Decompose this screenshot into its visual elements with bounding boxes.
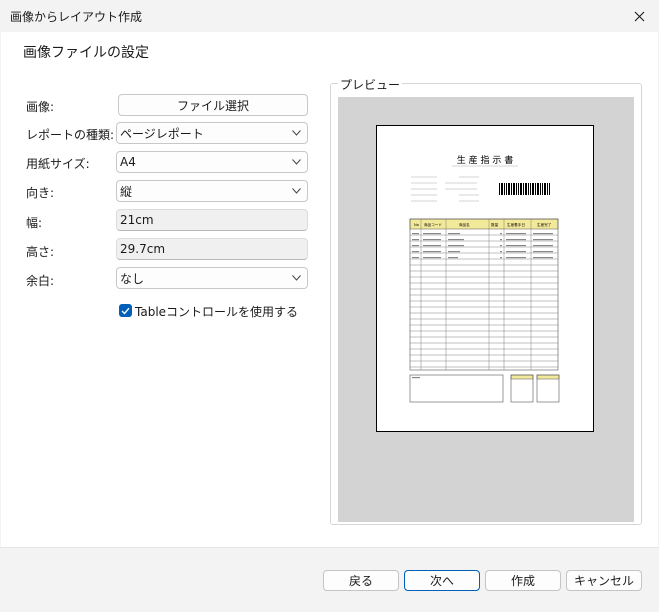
create-button[interactable]: 作成 — [485, 570, 561, 591]
report-type-value: ページレポート — [120, 126, 204, 141]
file-select-button[interactable]: ファイル選択 — [118, 94, 308, 116]
margin-label: 余白: — [26, 274, 55, 288]
preview-document: 生 産 指 示 書 No 商品コード 商品名 数量 生産着手日 生産完了 — [376, 125, 594, 432]
document-thumbnail: 生 産 指 示 書 No 商品コード 商品名 数量 生産着手日 生産完了 — [409, 154, 560, 403]
next-button[interactable]: 次へ — [404, 570, 480, 591]
table-header-cell: 生産着手日 — [507, 222, 525, 227]
report-type-label: レポートの種類: — [26, 128, 115, 142]
close-button[interactable] — [619, 0, 659, 32]
table-header-cell: 商品コード — [424, 222, 442, 227]
margin-select[interactable]: なし — [116, 267, 308, 289]
document-title: 生 産 指 示 書 — [457, 154, 513, 166]
orientation-label: 向き: — [26, 186, 55, 200]
table-header-cell: 生産完了 — [537, 222, 552, 227]
width-label: 幅: — [26, 216, 43, 230]
margin-value: なし — [120, 271, 145, 286]
chevron-down-icon — [292, 188, 301, 194]
chevron-down-icon — [292, 130, 301, 136]
paper-size-value: A4 — [120, 155, 136, 169]
barcode — [499, 183, 550, 195]
report-type-select[interactable]: ページレポート — [116, 122, 308, 144]
height-field: 29.7cm — [116, 238, 308, 260]
back-button[interactable]: 戻る — [323, 570, 399, 591]
section-heading: 画像ファイルの設定 — [23, 45, 149, 61]
chevron-down-icon — [292, 159, 301, 165]
paper-size-label: 用紙サイズ: — [26, 157, 90, 171]
image-label: 画像: — [26, 100, 55, 114]
table-header-cell: 数量 — [491, 222, 499, 227]
table-row-text — [412, 233, 553, 259]
document-info-block — [411, 176, 479, 202]
table-control-checkbox[interactable] — [119, 304, 132, 317]
height-label: 高さ: — [26, 245, 55, 259]
footer-divider — [0, 547, 659, 548]
chevron-down-icon — [292, 275, 301, 281]
width-field: 21cm — [116, 209, 308, 231]
preview-group-label: プレビュー — [338, 76, 403, 93]
checkmark-icon — [121, 307, 130, 315]
orientation-select[interactable]: 縦 — [116, 180, 308, 202]
title-bar: 画像からレイアウト作成 — [0, 0, 659, 32]
cancel-button[interactable]: キャンセル — [566, 570, 642, 591]
close-icon — [634, 11, 644, 21]
window-title: 画像からレイアウト作成 — [10, 10, 143, 24]
orientation-value: 縦 — [120, 184, 133, 199]
document-table: No 商品コード 商品名 数量 生産着手日 生産完了 — [409, 218, 560, 403]
paper-size-select[interactable]: A4 — [116, 151, 308, 173]
table-header-cell: 商品名 — [459, 222, 470, 227]
table-header-cell: No — [414, 223, 419, 227]
table-control-label[interactable]: Tableコントロールを使用する — [135, 303, 298, 320]
